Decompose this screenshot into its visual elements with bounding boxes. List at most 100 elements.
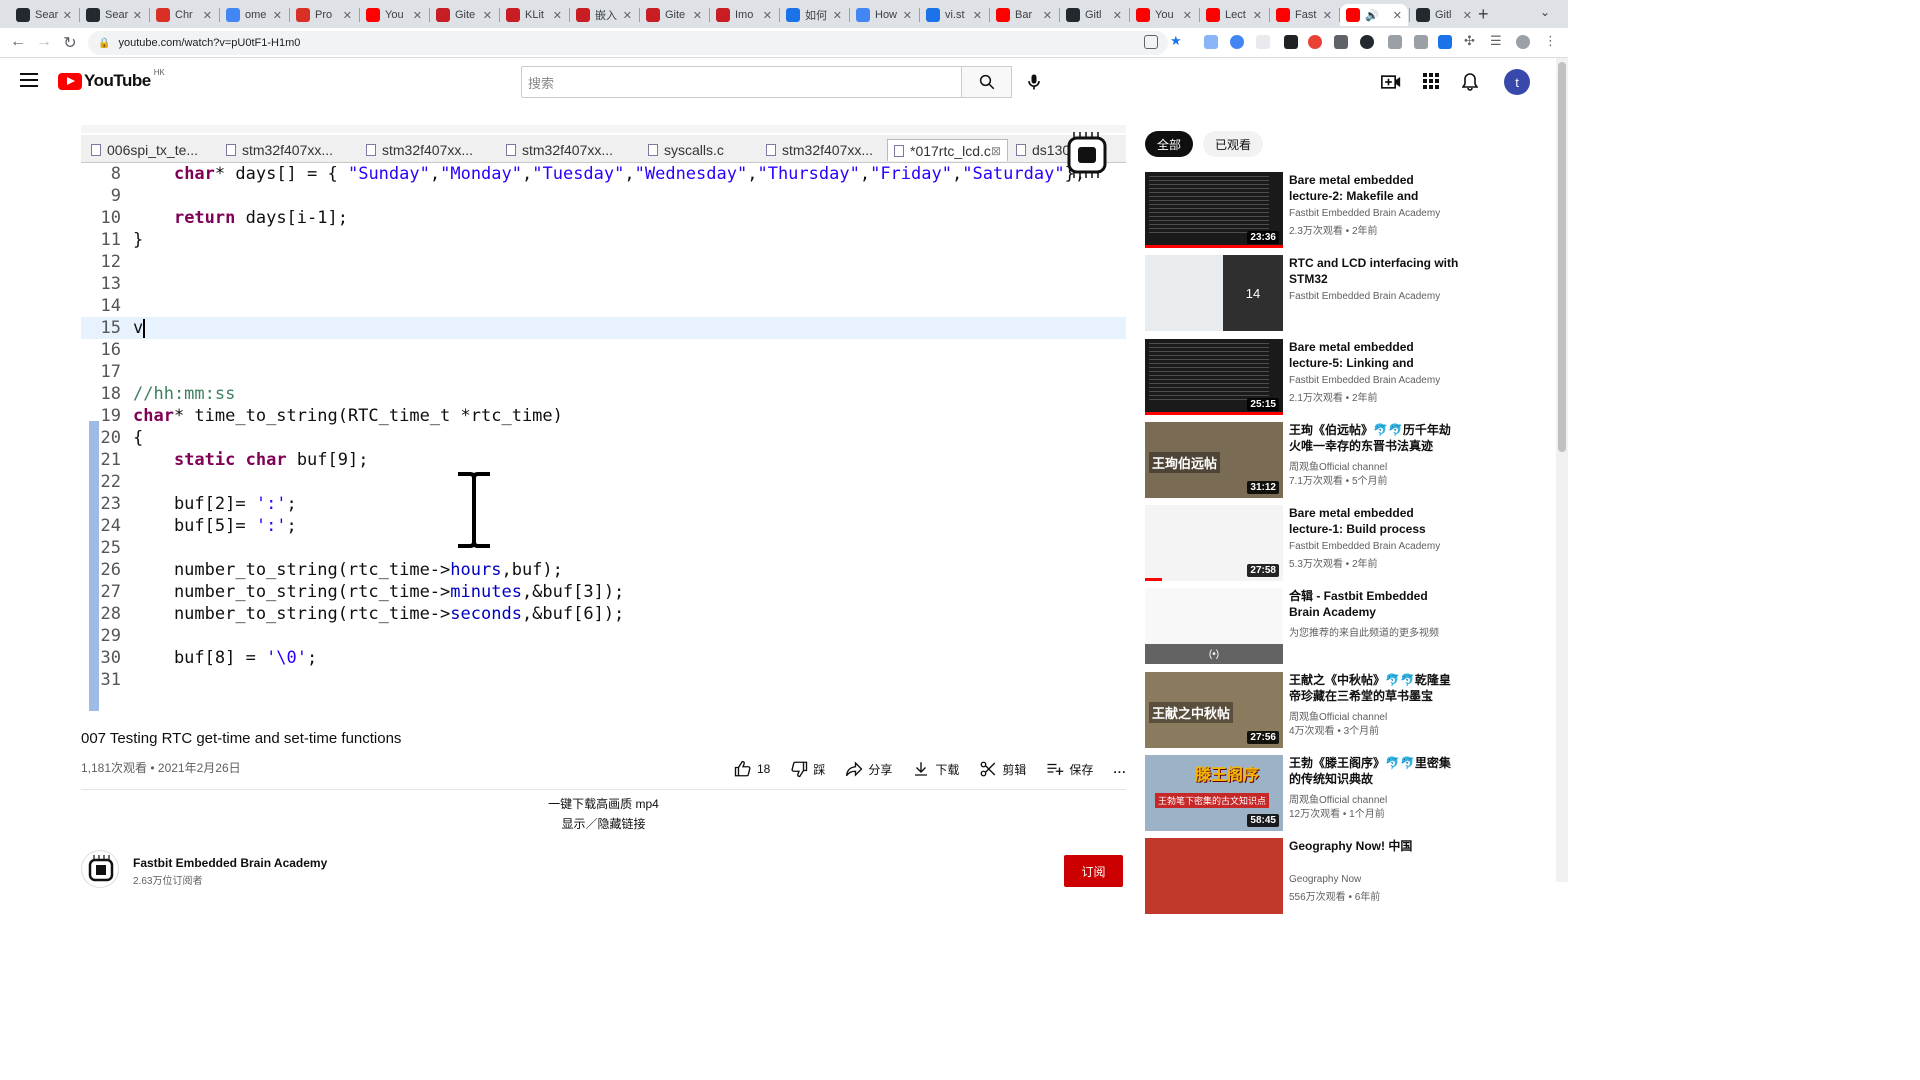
chip-watched[interactable]: 已观看 — [1203, 131, 1264, 157]
save-button[interactable]: 保存 — [1046, 760, 1093, 778]
forward-icon[interactable]: → — [34, 33, 54, 51]
notifications-bell-icon[interactable] — [1461, 73, 1479, 96]
back-icon[interactable]: ← — [8, 33, 28, 51]
recommendation-item[interactable]: 王珣伯远帖 31:12 王珣《伯远帖》🐬🐬历千年劫火唯一幸存的东晋书法真迹 周观鱼Of… — [1145, 422, 1545, 498]
browser-tab[interactable]: Gitl ✕ — [1410, 4, 1478, 26]
recommendation-item[interactable]: Geography Now! 中国 Geography Now 556万次观看 • … — [1145, 838, 1545, 914]
browser-tab[interactable]: Sear ✕ — [10, 4, 78, 26]
browser-tab[interactable]: You ✕ — [1130, 4, 1198, 26]
subscribe-button[interactable]: 订阅 — [1064, 855, 1123, 887]
avatar[interactable]: t — [1504, 69, 1530, 95]
recommendation-item[interactable]: 王献之中秋帖 27:56 王献之《中秋帖》🐬🐬乾隆皇帝珍藏在三希堂的草书墨宝 周观鱼O… — [1145, 672, 1545, 748]
video-thumbnail[interactable]: 27:58 — [1145, 505, 1283, 581]
page-scrollbar[interactable] — [1556, 58, 1568, 882]
close-tab-icon[interactable]: ✕ — [900, 9, 912, 22]
clip-button[interactable]: 剪辑 — [979, 760, 1026, 778]
close-tab-icon[interactable]: ✕ — [200, 9, 212, 22]
close-tab-icon[interactable]: ✕ — [1390, 9, 1402, 22]
github-icon[interactable] — [1360, 35, 1374, 49]
address-bar[interactable]: 🔒 youtube.com/watch?v=pU0tF1-H1m0 — [88, 31, 1168, 55]
extension-icon[interactable] — [1204, 35, 1218, 49]
reload-icon[interactable]: ↻ — [60, 33, 80, 53]
close-tab-icon[interactable]: ✕ — [1250, 9, 1262, 22]
browser-tab[interactable]: You ✕ — [360, 4, 428, 26]
more-actions-button[interactable]: ... — [1113, 762, 1126, 776]
video-thumbnail[interactable]: 23:36 — [1145, 172, 1283, 248]
youtube-logo[interactable]: YouTube HK — [58, 68, 165, 91]
browser-tab[interactable]: Pro ✕ — [290, 4, 358, 26]
browser-tab[interactable]: Fast ✕ — [1270, 4, 1338, 26]
extension-icon[interactable] — [1308, 35, 1322, 49]
like-button[interactable]: 18 — [734, 760, 770, 778]
extension-icon[interactable] — [1284, 35, 1298, 49]
search-button[interactable] — [961, 66, 1012, 98]
extension-icon[interactable] — [1256, 35, 1270, 49]
browser-tab[interactable]: Bar ✕ — [990, 4, 1058, 26]
close-tab-icon[interactable]: ✕ — [830, 9, 842, 22]
browser-tab[interactable]: Sear ✕ — [80, 4, 148, 26]
recommendation-item[interactable]: 23:36 Bare metal embedded lecture-2: Make… — [1145, 172, 1545, 248]
video-thumbnail[interactable]: 25:15 — [1145, 339, 1283, 415]
video-thumbnail[interactable]: 王珣伯远帖 31:12 — [1145, 422, 1283, 498]
video-thumbnail[interactable]: (•) — [1145, 588, 1283, 664]
new-tab-icon[interactable]: + — [1478, 4, 1489, 25]
recommendation-item[interactable]: 14 RTC and LCD interfacing with STM32 Fast… — [1145, 255, 1545, 331]
channel-name[interactable]: Fastbit Embedded Brain Academy — [133, 856, 327, 870]
bookmark-star-icon[interactable]: ★ — [1170, 33, 1184, 48]
browser-tab[interactable]: Gite ✕ — [430, 4, 498, 26]
menu-icon[interactable] — [20, 73, 38, 91]
reading-list-icon[interactable]: ☰ — [1490, 33, 1504, 48]
create-video-icon[interactable] — [1381, 73, 1401, 96]
browser-tab[interactable]: 如何 ✕ — [780, 4, 848, 26]
puzzle-icon[interactable]: ✣ — [1464, 33, 1478, 48]
browser-tab[interactable]: KLit ✕ — [500, 4, 568, 26]
kebab-menu-icon[interactable]: ⋮ — [1544, 33, 1558, 48]
download-button[interactable]: 下载 — [912, 760, 959, 778]
browser-tab[interactable]: Chr ✕ — [150, 4, 218, 26]
share-button[interactable]: 分享 — [845, 760, 892, 778]
tab-search-icon[interactable]: ⌄ — [1540, 5, 1550, 19]
close-tab-icon[interactable]: ✕ — [340, 9, 352, 22]
browser-tab[interactable]: Gite ✕ — [640, 4, 708, 26]
extension-icon[interactable] — [1414, 35, 1428, 49]
extension-icon[interactable] — [1334, 35, 1348, 49]
close-tab-icon[interactable]: ✕ — [550, 9, 562, 22]
scrollbar-thumb[interactable] — [1558, 62, 1566, 452]
video-player[interactable]: 006spi_tx_te... stm32f407xx... stm32f407xx… — [81, 125, 1126, 711]
close-tab-icon[interactable]: ✕ — [1040, 9, 1052, 22]
recommendation-item[interactable]: 25:15 Bare metal embedded lecture-5: Link… — [1145, 339, 1545, 415]
close-tab-icon[interactable]: ✕ — [480, 9, 492, 22]
close-tab-icon[interactable]: ✕ — [970, 9, 982, 22]
show-hide-links-link[interactable]: 显示／隐藏链接 — [0, 815, 1207, 832]
close-tab-icon[interactable]: ✕ — [1180, 9, 1192, 22]
browser-tab[interactable]: Lect ✕ — [1200, 4, 1268, 26]
voice-search-icon[interactable] — [1024, 72, 1044, 97]
search-input[interactable]: 搜索 — [521, 66, 962, 98]
video-thumbnail[interactable]: 滕王阁序 王勃笔下密集的古文知识点 58:45 — [1145, 755, 1283, 831]
video-thumbnail[interactable]: 王献之中秋帖 27:56 — [1145, 672, 1283, 748]
recommendation-item[interactable]: 27:58 Bare metal embedded lecture-1: Buil… — [1145, 505, 1545, 581]
close-tab-icon[interactable]: ✕ — [270, 9, 282, 22]
channel-avatar[interactable] — [81, 850, 119, 888]
browser-tab[interactable]: Imo ✕ — [710, 4, 778, 26]
profile-icon[interactable] — [1516, 35, 1530, 49]
install-app-icon[interactable] — [1144, 35, 1158, 49]
close-tab-icon[interactable]: ✕ — [1320, 9, 1332, 22]
close-tab-icon[interactable]: ✕ — [130, 9, 142, 22]
recommendation-item[interactable]: (•) 合辑 - Fastbit Embedded Brain Academy 为您… — [1145, 588, 1545, 664]
apps-grid-icon[interactable] — [1423, 73, 1439, 94]
extension-icon[interactable] — [1438, 35, 1452, 49]
video-thumbnail[interactable] — [1145, 838, 1283, 914]
browser-tab[interactable]: vi.st ✕ — [920, 4, 988, 26]
browser-tab[interactable]: ome ✕ — [220, 4, 288, 26]
browser-tab[interactable]: How ✕ — [850, 4, 918, 26]
extension-icon[interactable] — [1230, 35, 1244, 49]
close-tab-icon[interactable]: ✕ — [60, 9, 72, 22]
browser-tab[interactable]: 🔊 ✕ — [1340, 4, 1408, 26]
extension-icon[interactable] — [1388, 35, 1402, 49]
chip-all[interactable]: 全部 — [1145, 131, 1194, 157]
close-tab-icon[interactable]: ✕ — [410, 9, 422, 22]
browser-tab[interactable]: 嵌入 ✕ — [570, 4, 638, 26]
close-tab-icon[interactable]: ✕ — [1460, 9, 1472, 22]
close-tab-icon[interactable]: ✕ — [620, 9, 632, 22]
